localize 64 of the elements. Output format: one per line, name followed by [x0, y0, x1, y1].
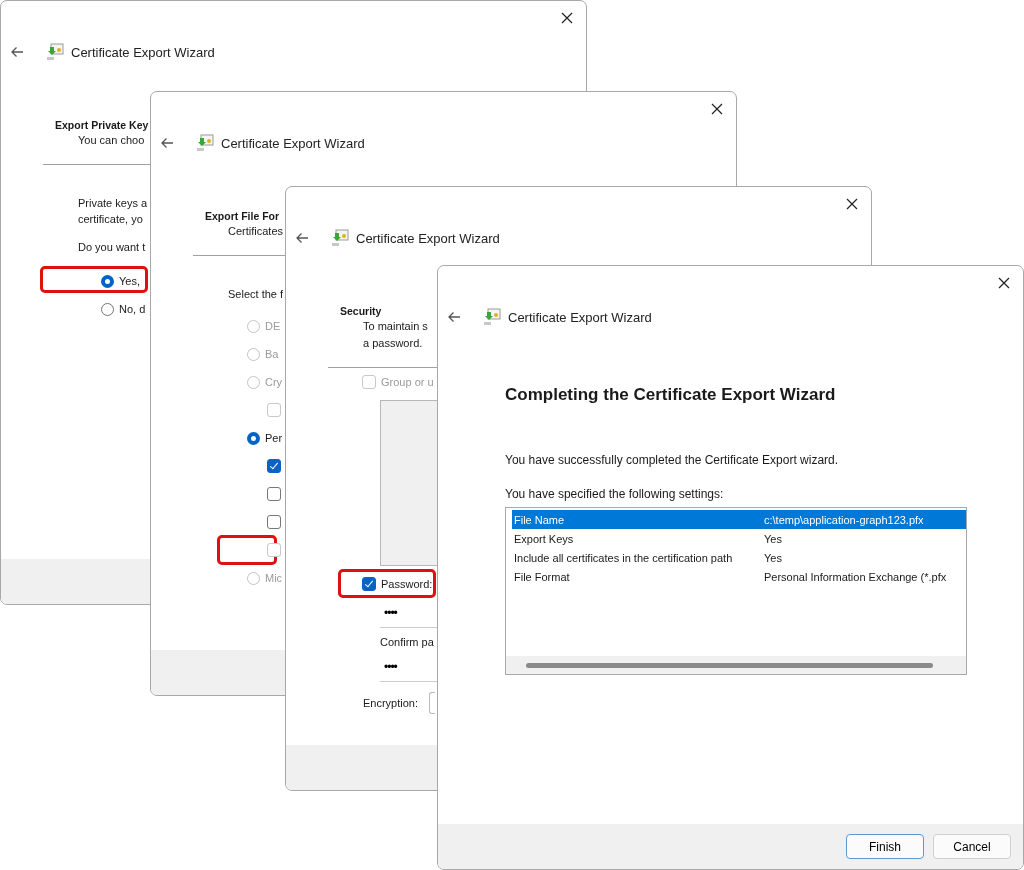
- field-label: Confirm pa: [380, 636, 434, 648]
- section-heading: Security: [340, 305, 382, 317]
- back-arrow-icon[interactable]: [447, 311, 461, 323]
- option-label: Ba: [265, 348, 279, 360]
- settings-row[interactable]: Include all certificates in the certification path Yes: [512, 548, 966, 567]
- close-icon[interactable]: [996, 275, 1012, 291]
- dialog-button[interactable]: Cancel: [933, 834, 1011, 859]
- settings-row[interactable]: File Name c:\temp\application-graph123.pfx: [512, 510, 966, 529]
- setting-value: c:\temp\application-graph123.pfx: [764, 513, 924, 526]
- setting-name: Include all certificates in the certification path: [513, 551, 734, 564]
- scrollbar[interactable]: [506, 656, 966, 674]
- checkbox[interactable]: [267, 487, 281, 501]
- body-text: You have successfully completed the Certificate Export wizard.: [505, 453, 839, 467]
- section-heading: Export File For: [205, 210, 280, 222]
- option-label: Cry: [265, 376, 283, 388]
- body-text: certificate, yo: [78, 212, 143, 227]
- setting-value: Personal Information Exchange (*.pfx: [764, 570, 947, 583]
- option-label: No, d: [119, 303, 146, 315]
- option-label: DE: [265, 320, 281, 332]
- body-text: Do you want t: [78, 240, 146, 255]
- dialog-button[interactable]: Finish: [846, 834, 924, 859]
- window-title: Certificate Export Wizard: [71, 44, 215, 60]
- option-label: Group or u: [381, 376, 434, 388]
- back-arrow-icon[interactable]: [160, 137, 174, 149]
- body-text: Select the f: [228, 287, 284, 302]
- close-icon[interactable]: [844, 196, 860, 212]
- window-title: Certificate Export Wizard: [356, 230, 500, 246]
- setting-value: Yes: [764, 532, 782, 545]
- field-label: Encryption:: [363, 697, 419, 709]
- checkbox[interactable]: [267, 515, 281, 529]
- heading: Completing the Certificate Export Wizard: [505, 385, 836, 405]
- body-text: Private keys a: [78, 196, 148, 211]
- option-label: Yes,: [119, 275, 140, 287]
- setting-name: File Name: [513, 513, 566, 526]
- setting-value: Yes: [764, 551, 782, 564]
- setting-name: File Format: [513, 570, 571, 583]
- section-description: You can choo: [78, 133, 145, 148]
- section-description: To maintain s: [363, 319, 428, 334]
- scrollbar-thumb[interactable]: [526, 662, 933, 668]
- body-text: You have specified the following settings:: [505, 487, 724, 501]
- section-description: a password.: [363, 336, 423, 351]
- close-icon[interactable]: [559, 10, 575, 26]
- checkbox[interactable]: [362, 577, 376, 591]
- settings-row[interactable]: File Format Personal Information Exchange (*.pfx: [512, 567, 966, 586]
- window-title: Certificate Export Wizard: [508, 309, 652, 325]
- certificate-icon: [483, 308, 501, 326]
- section-description: Certificates: [228, 224, 284, 239]
- back-arrow-icon[interactable]: [295, 232, 309, 244]
- radio-button[interactable]: [101, 302, 114, 316]
- radio-button[interactable]: [247, 431, 260, 445]
- option-label: Password:: [381, 578, 433, 590]
- setting-name: Export Keys: [513, 532, 575, 545]
- option-label: Mic: [265, 572, 283, 584]
- option-label: Per: [265, 432, 283, 444]
- section-heading: Export Private Key: [55, 119, 149, 131]
- checkbox[interactable]: [267, 459, 281, 473]
- certificate-icon: [46, 43, 64, 61]
- certificate-icon: [196, 134, 214, 152]
- radio-button[interactable]: [101, 274, 114, 288]
- back-arrow-icon[interactable]: [10, 46, 24, 58]
- settings-row[interactable]: Export Keys Yes: [512, 529, 966, 548]
- certificate-icon: [331, 229, 349, 247]
- close-icon[interactable]: [709, 101, 725, 117]
- window-title: Certificate Export Wizard: [221, 135, 365, 151]
